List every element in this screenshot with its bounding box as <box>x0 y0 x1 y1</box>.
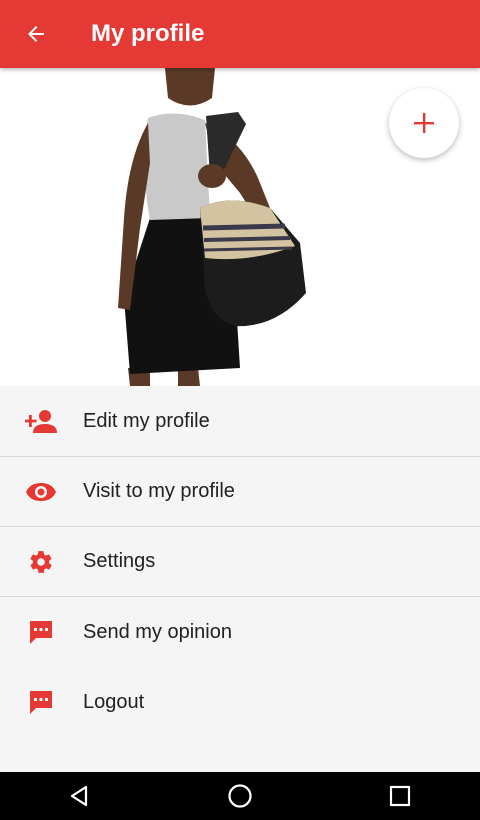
home-circle-icon <box>228 784 252 808</box>
menu-item-settings[interactable]: Settings <box>0 527 480 597</box>
gear-icon <box>29 550 52 573</box>
chat-bubble-icon <box>29 691 52 714</box>
menu-item-visit-profile[interactable]: Visit to my profile <box>0 457 480 527</box>
menu-label: Send my opinion <box>83 620 232 643</box>
chat-bubble-icon <box>29 621 52 644</box>
menu-label: Logout <box>83 690 145 713</box>
page-title: My profile <box>91 20 205 47</box>
menu-label: Visit to my profile <box>83 480 235 502</box>
plus-icon <box>414 113 434 133</box>
recents-square-icon <box>389 785 411 807</box>
menu-item-send-opinion[interactable]: Send my opinion <box>0 597 480 667</box>
app-bar: My profile <box>0 0 480 68</box>
nav-recents-button[interactable] <box>370 772 430 820</box>
back-button[interactable] <box>0 0 72 68</box>
nav-home-button[interactable] <box>210 772 270 820</box>
nav-back-button[interactable] <box>50 772 110 820</box>
eye-icon <box>25 482 56 501</box>
add-photo-button[interactable] <box>389 88 459 158</box>
menu-label: Settings <box>83 550 156 572</box>
arrow-back-icon <box>28 26 44 42</box>
back-triangle-icon <box>70 785 88 807</box>
profile-menu: Edit my profile Visit to my profile Sett… <box>0 387 480 737</box>
menu-item-logout[interactable]: Logout <box>0 667 480 737</box>
system-nav-bar <box>0 772 480 820</box>
menu-label: Edit my profile <box>83 410 210 432</box>
menu-item-edit-profile[interactable]: Edit my profile <box>0 387 480 457</box>
person-add-icon <box>24 409 57 433</box>
